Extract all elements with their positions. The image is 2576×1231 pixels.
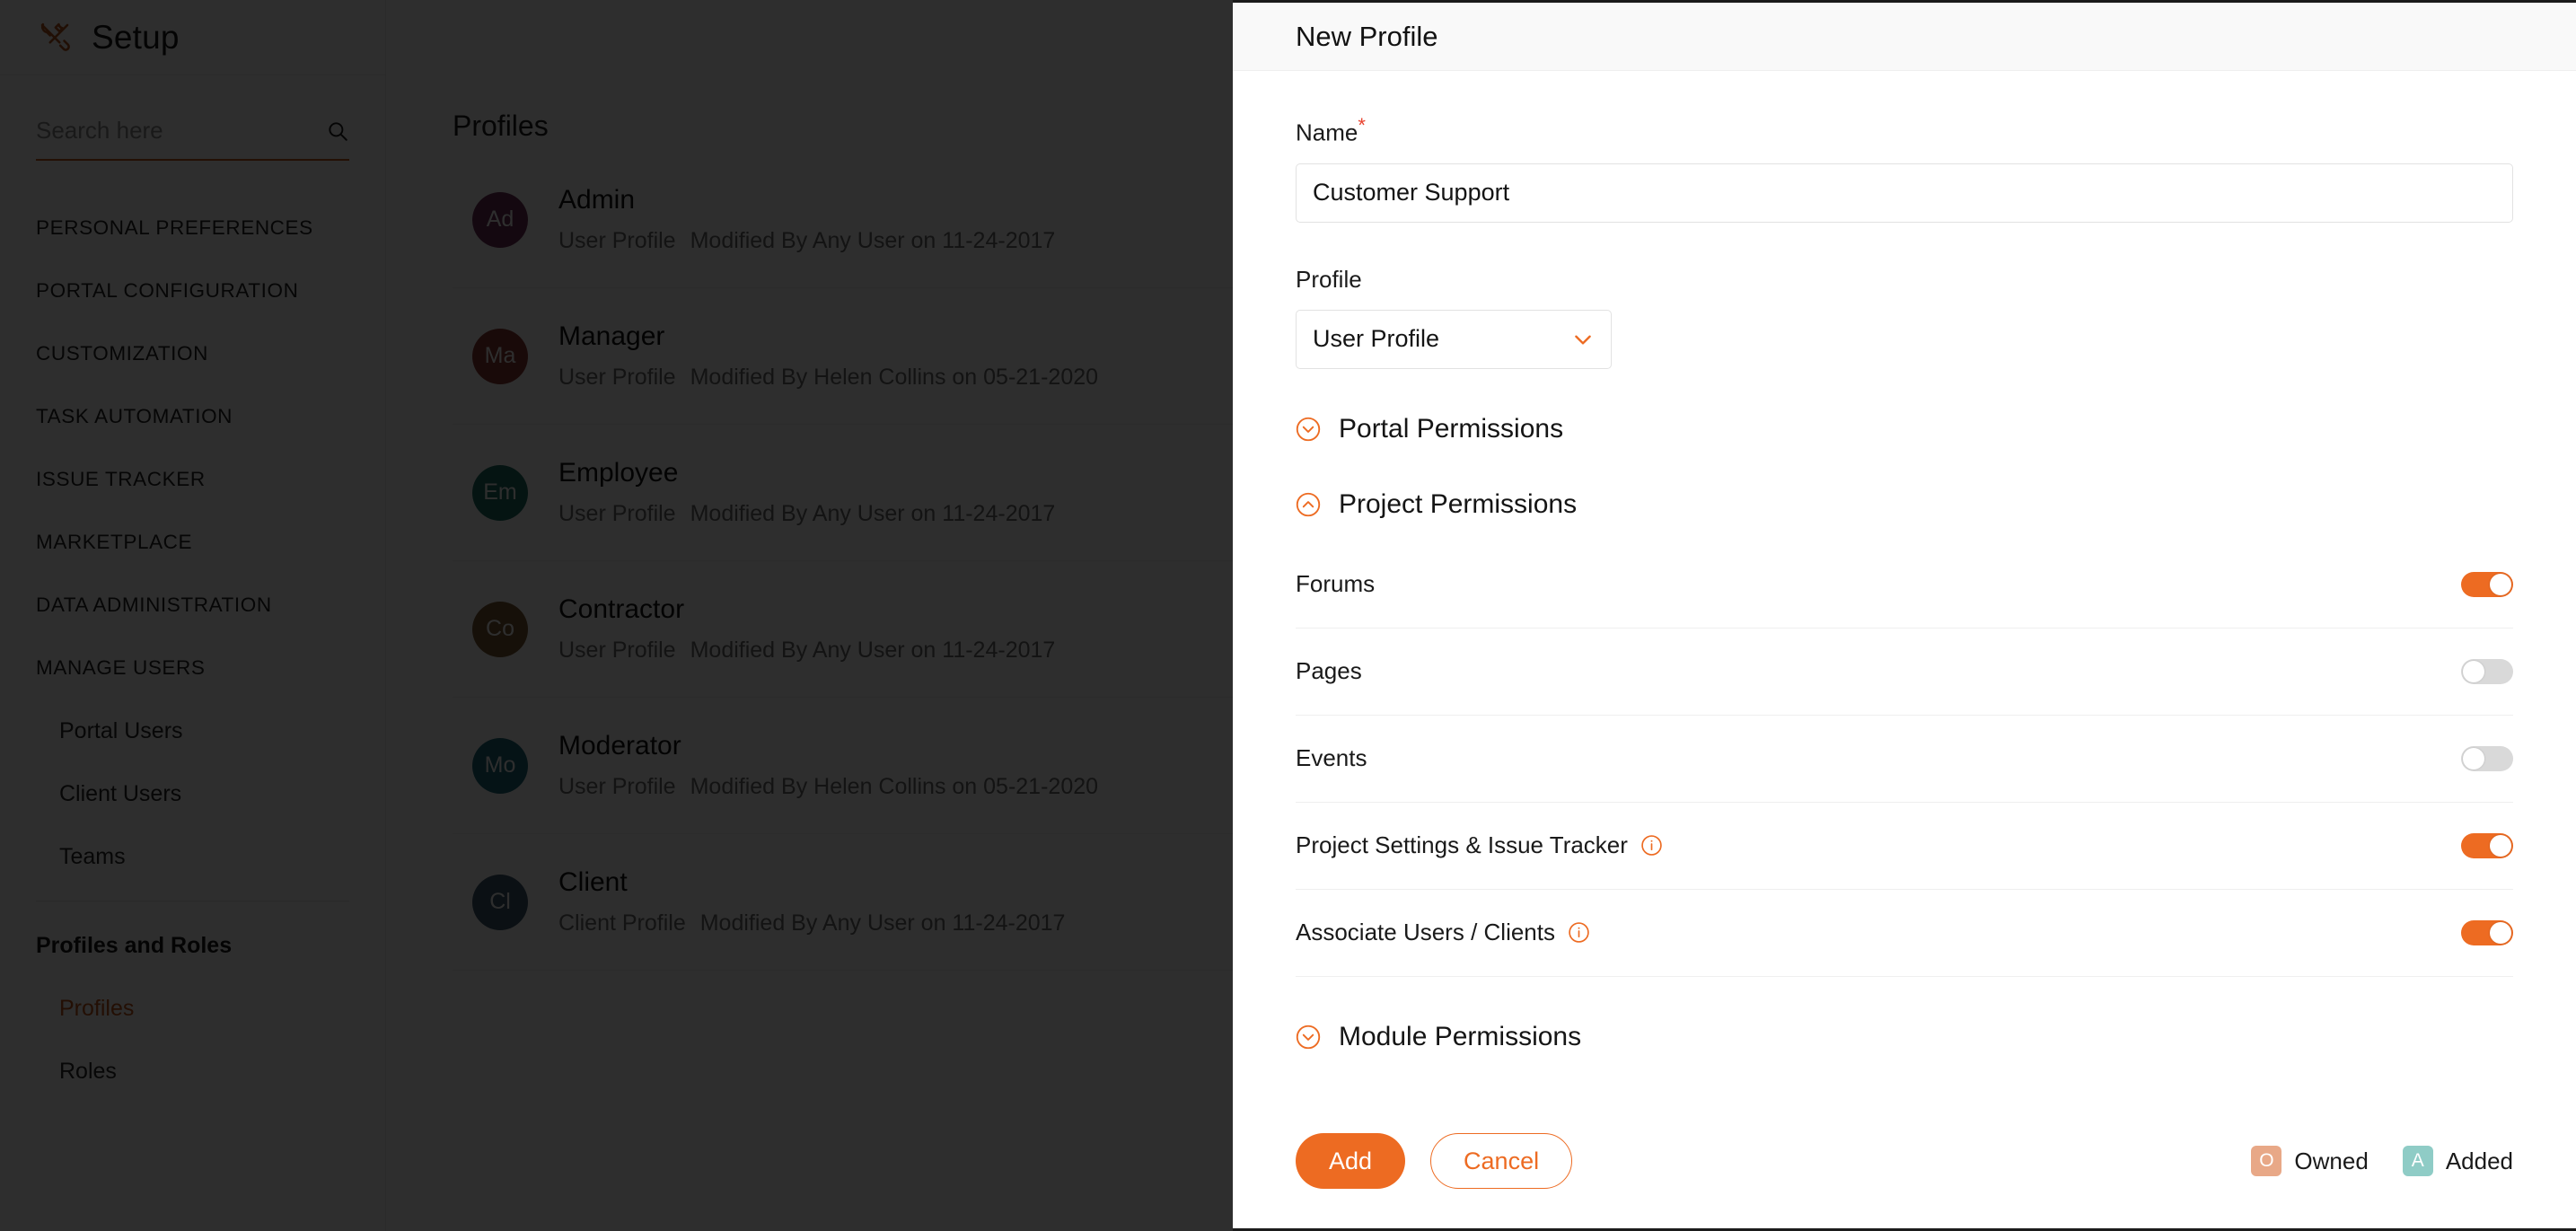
permission-label-text: Associate Users / Clients — [1296, 919, 1555, 946]
permission-label: Associate Users / Clients — [1296, 919, 1590, 946]
permission-label: Events — [1296, 744, 1367, 772]
chevron-down-circle-icon[interactable] — [1296, 417, 1321, 442]
modal-backdrop[interactable] — [0, 0, 1233, 1231]
required-marker: * — [1358, 114, 1366, 136]
legend-label: Added — [2445, 1147, 2513, 1174]
permission-row: Pages — [1296, 629, 2513, 716]
project-permissions-list: Forums Pages Events Project Settings & Issu… — [1296, 541, 2513, 977]
permission-label: Forums — [1296, 570, 1375, 598]
name-field-group: Name* — [1296, 71, 2513, 223]
permission-toggle[interactable] — [2461, 745, 2513, 771]
section-module-permissions[interactable]: Module Permissions — [1296, 1022, 2513, 1052]
section-project-permissions[interactable]: Project Permissions — [1296, 489, 2513, 520]
legend-item: O Owned — [2251, 1146, 2369, 1176]
permission-label-text: Pages — [1296, 657, 1362, 685]
modal-title: New Profile — [1296, 20, 1438, 52]
footer-actions: Add Cancel — [1296, 1133, 1573, 1189]
permission-row: Project Settings & Issue Tracker — [1296, 803, 2513, 890]
profile-select-value: User Profile — [1313, 325, 1440, 353]
section-portal-permissions-label: Portal Permissions — [1339, 413, 1564, 444]
cancel-button[interactable]: Cancel — [1430, 1133, 1573, 1189]
name-label: Name* — [1296, 114, 2513, 147]
info-icon[interactable] — [1568, 921, 1590, 944]
new-profile-modal: New Profile Name* Profile User Profile — [1233, 0, 2576, 1231]
chevron-down-icon[interactable] — [1571, 328, 1595, 351]
modal-header: New Profile — [1233, 3, 2576, 71]
permission-row: Forums — [1296, 541, 2513, 629]
chevron-up-circle-icon[interactable] — [1296, 492, 1321, 517]
permission-row: Associate Users / Clients — [1296, 890, 2513, 977]
toggle-knob — [2490, 921, 2511, 944]
toggle-knob — [2490, 834, 2511, 857]
name-label-text: Name — [1296, 119, 1358, 146]
permission-label: Pages — [1296, 657, 1362, 685]
profile-label: Profile — [1296, 265, 1362, 293]
modal-footer: Add Cancel O Owned A Added — [1233, 1094, 2576, 1228]
permission-label-text: Project Settings & Issue Tracker — [1296, 831, 1628, 859]
toggle-knob — [2463, 747, 2484, 769]
section-portal-permissions[interactable]: Portal Permissions — [1296, 414, 2513, 444]
permission-toggle[interactable] — [2461, 919, 2513, 945]
add-button[interactable]: Add — [1296, 1133, 1406, 1189]
section-project-permissions-label: Project Permissions — [1339, 488, 1578, 519]
profile-name-input[interactable] — [1296, 163, 2513, 223]
legend-label: Owned — [2294, 1147, 2369, 1174]
profile-select-wrap: User Profile — [1296, 309, 1612, 369]
toggle-knob — [2490, 573, 2511, 595]
modal-body: Name* Profile User Profile — [1233, 71, 2576, 1094]
profile-select[interactable]: User Profile — [1296, 309, 1612, 369]
legend-item: A Added — [2402, 1146, 2513, 1176]
legend-badge: O — [2251, 1146, 2282, 1176]
permission-row: Events — [1296, 716, 2513, 803]
permission-toggle[interactable] — [2461, 658, 2513, 684]
permission-toggle[interactable] — [2461, 832, 2513, 858]
legend-badge: A — [2402, 1146, 2433, 1176]
toggle-knob — [2463, 660, 2484, 682]
permission-label-text: Forums — [1296, 570, 1376, 598]
chevron-down-circle-icon[interactable] — [1296, 1024, 1321, 1050]
legend: O Owned A Added — [2251, 1146, 2513, 1176]
info-icon[interactable] — [1640, 834, 1663, 857]
section-module-permissions-label: Module Permissions — [1339, 1021, 1582, 1051]
permission-toggle[interactable] — [2461, 571, 2513, 597]
permission-label: Project Settings & Issue Tracker — [1296, 831, 1663, 859]
app-root: Setup PERSONAL PREFERENCES PORTAL CONFIG… — [0, 0, 2576, 1231]
profile-field-group: Profile User Profile — [1296, 223, 2513, 369]
permission-label-text: Events — [1296, 744, 1367, 772]
